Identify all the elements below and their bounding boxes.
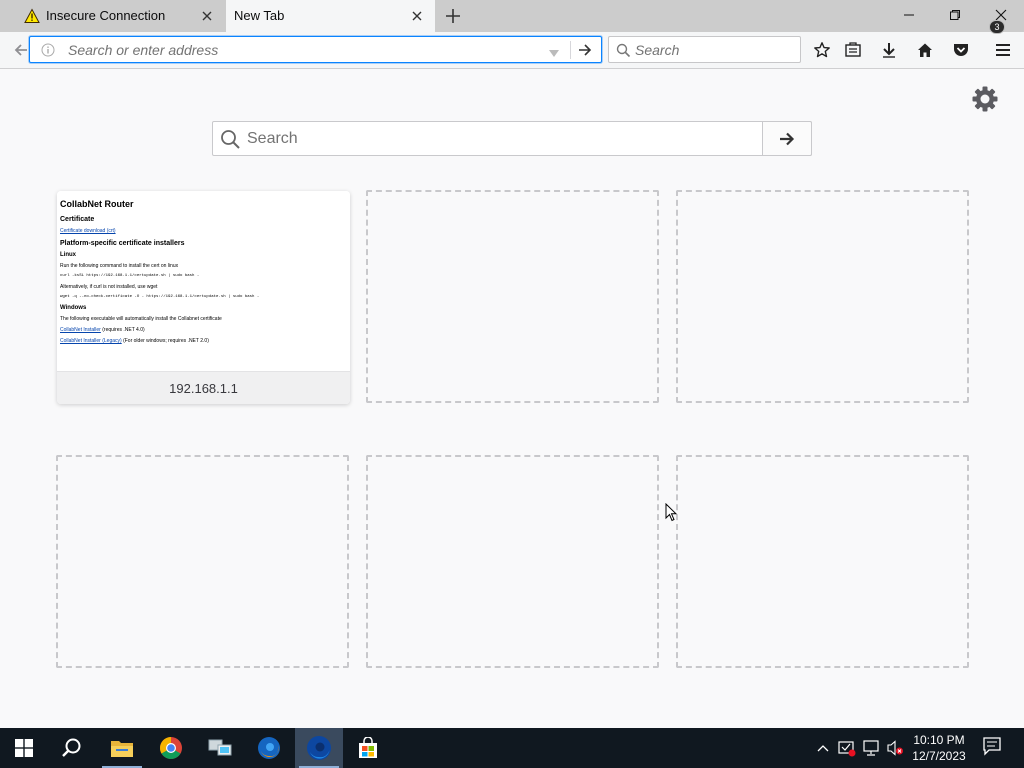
firefox-icon[interactable] <box>245 728 293 768</box>
preview-note: (For older windows; requires .NET 2.0) <box>121 338 209 344</box>
toolbar-search-box[interactable] <box>608 36 801 63</box>
close-tab-icon[interactable] <box>409 8 425 24</box>
preview-title: CollabNet Router <box>60 199 134 209</box>
notification-count-badge: 3 <box>989 20 1005 34</box>
network-icon[interactable] <box>861 738 881 758</box>
preview-subheading: Linux <box>60 252 76 258</box>
preview-heading: Certificate <box>60 216 95 223</box>
search-icon <box>220 129 241 150</box>
library-icon[interactable] <box>839 36 867 64</box>
navigation-toolbar <box>0 32 1024 69</box>
tab-new-tab[interactable]: New Tab <box>226 0 435 33</box>
notification-center-icon[interactable] <box>980 736 1008 760</box>
home-icon[interactable] <box>911 36 939 64</box>
maximize-icon[interactable] <box>932 0 978 30</box>
empty-top-site-slot <box>676 190 969 403</box>
security-alert-icon[interactable] <box>837 738 857 758</box>
clock-time: 10:10 PM <box>913 733 965 747</box>
tab-title: Insecure Connection <box>46 8 166 23</box>
preview-code: wget -q --no-check-certificate -O - http… <box>60 295 260 299</box>
firefox-nightly-icon[interactable] <box>295 728 343 768</box>
minimize-icon[interactable] <box>886 0 932 30</box>
newtab-search-input[interactable] <box>247 129 747 149</box>
hamburger-menu-icon[interactable] <box>989 36 1017 64</box>
tab-strip: Insecure Connection New Tab <box>0 0 1024 33</box>
chevron-up-icon[interactable] <box>813 738 833 758</box>
search-icon <box>616 43 631 58</box>
toolbar-search-input[interactable] <box>635 40 795 60</box>
top-site-tile[interactable]: CollabNet Router Certificate Certificate… <box>57 191 350 404</box>
preview-text: Alternatively, if curl is not installed,… <box>60 284 158 290</box>
volume-muted-icon[interactable] <box>885 738 905 758</box>
search-go-button[interactable] <box>762 121 812 156</box>
preview-link: Certificate download (crt) <box>60 228 116 234</box>
empty-top-site-slot <box>56 455 349 668</box>
empty-top-site-slot <box>366 190 659 403</box>
gear-icon[interactable] <box>970 84 1000 114</box>
info-icon[interactable] <box>41 43 55 57</box>
empty-top-site-slot <box>676 455 969 668</box>
preview-line: CollabNet Installer (requires .NET 4.0) <box>60 327 347 333</box>
bookmark-star-icon[interactable] <box>808 36 836 64</box>
address-input[interactable] <box>68 40 538 60</box>
new-tab-plus-icon[interactable] <box>443 6 463 26</box>
warning-icon <box>24 8 40 24</box>
taskbar-clock[interactable]: 10:10 PM 12/7/2023 <box>906 732 972 764</box>
file-explorer-icon[interactable] <box>98 728 146 768</box>
windows-taskbar: 10:10 PM 12/7/2023 <box>0 728 1024 768</box>
go-arrow-icon[interactable] <box>576 41 594 59</box>
tab-insecure-connection[interactable]: Insecure Connection <box>0 0 225 32</box>
preview-heading: Platform-specific certificate installers <box>60 240 185 247</box>
search-icon[interactable] <box>48 728 96 768</box>
clock-date: 12/7/2023 <box>912 749 966 763</box>
close-tab-icon[interactable] <box>199 8 215 24</box>
newtab-search-box[interactable] <box>212 121 812 156</box>
arrow-right-icon <box>780 132 795 145</box>
preview-subheading: Windows <box>60 305 87 311</box>
pocket-icon[interactable] <box>947 36 975 64</box>
divider <box>570 41 571 59</box>
site-preview-thumbnail: CollabNet Router Certificate Certificate… <box>57 191 350 371</box>
preview-link: CollabNet Installer <box>60 327 101 333</box>
chevron-down-icon[interactable] <box>548 46 560 57</box>
chrome-icon[interactable] <box>147 728 195 768</box>
network-app-icon[interactable] <box>196 728 244 768</box>
mouse-cursor-icon <box>665 502 678 522</box>
preview-text: Run the following command to install the… <box>60 263 179 269</box>
url-bar[interactable] <box>29 36 602 63</box>
preview-text: The following executable will automatica… <box>60 316 222 322</box>
store-icon[interactable] <box>344 728 392 768</box>
empty-top-site-slot <box>366 455 659 668</box>
windows-start-icon[interactable] <box>0 728 48 768</box>
preview-note: (requires .NET 4.0) <box>100 327 145 333</box>
preview-code: curl -ksSL https://192.168.1.1/certupdat… <box>60 274 200 278</box>
download-icon[interactable] <box>875 36 903 64</box>
top-site-label: 192.168.1.1 <box>57 371 350 404</box>
tab-title: New Tab <box>234 8 285 23</box>
preview-link: CollabNet Installer (Legacy) <box>60 338 122 344</box>
preview-line: CollabNet Installer (Legacy) (For older … <box>60 338 347 344</box>
